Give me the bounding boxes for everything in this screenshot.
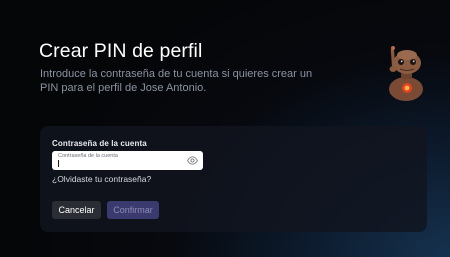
password-placeholder: Contraseña de la cuenta [58, 153, 118, 159]
page-subtitle: Introduce la contraseña de tu cuenta si … [40, 68, 313, 94]
cancel-button[interactable]: Cancelar [52, 201, 101, 219]
forgot-password-link[interactable]: ¿Olvidaste tu contraseña? [52, 174, 151, 184]
password-label: Contraseña de la cuenta [52, 139, 147, 148]
text-caret [58, 160, 59, 167]
confirm-button[interactable]: Confirmar [107, 201, 159, 219]
password-input[interactable]: Contraseña de la cuenta [52, 151, 203, 170]
et-avatar-icon [389, 46, 423, 101]
page-title: Crear PIN de perfil [39, 40, 203, 62]
eye-icon[interactable] [187, 156, 198, 165]
